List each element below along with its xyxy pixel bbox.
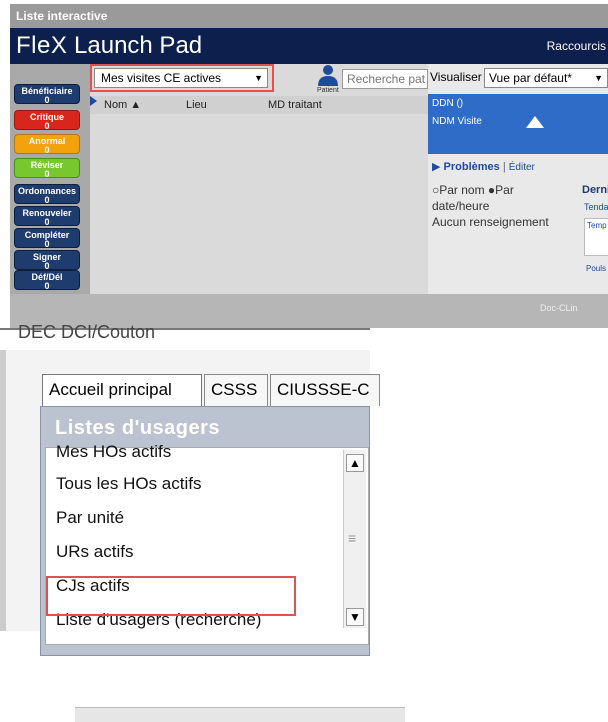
button-count: 0 [44, 281, 50, 290]
patient-banner: DDN () NDM Visite [428, 94, 608, 154]
view-select-value: Vue par défaut* [489, 71, 572, 85]
list-item-mes-hos[interactable]: Mes HOs actifs [56, 442, 171, 462]
critique-button[interactable]: Critique 0 [14, 110, 80, 130]
trends-link[interactable]: Tendanc [584, 202, 608, 212]
expand-arrow-icon[interactable] [90, 96, 97, 106]
column-header-nom[interactable]: Nom ▲ [104, 96, 141, 114]
beneficiaire-button[interactable]: Bénéficiaire 0 [14, 84, 80, 104]
button-count: 0 [44, 261, 50, 270]
cropped-header: DEC DCI/Couton [0, 322, 370, 350]
renouveler-button[interactable]: Renouveler 0 [14, 206, 80, 226]
button-count: 0 [44, 239, 50, 248]
button-count: 0 [44, 95, 50, 104]
list-scrollbar[interactable]: ▲ ≡ ▼ [343, 450, 366, 628]
app-title: FleX Launch Pad [16, 30, 202, 62]
view-select[interactable]: Vue par défaut* ▼ [484, 68, 608, 88]
list-item-par-unite[interactable]: Par unité [56, 508, 124, 528]
shortcuts-link[interactable]: Raccourcis [547, 28, 606, 64]
list-item-highlight [46, 576, 296, 616]
list-item-tous-hos[interactable]: Tous les HOs actifs [56, 474, 202, 494]
button-count: 0 [44, 121, 50, 130]
worklist-sidebar: Bénéficiaire 0 Critique 0 Anormal 0 Réviser… [10, 64, 90, 294]
visit-select-highlight [90, 64, 274, 92]
tab-csss[interactable]: CSSS [204, 374, 268, 406]
launch-pad-window: Liste interactive FleX Launch Pad Raccou… [10, 4, 608, 328]
home-panel-screenshot: DEC DCI/Couton Accueil principal CSSS CI… [0, 322, 405, 722]
patient-detail-panel: Visualiser Vue par défaut* ▼ DDN () NDM … [428, 64, 608, 294]
lists-footer [75, 707, 405, 722]
def-del-button[interactable]: Déf/Dél 0 [14, 270, 80, 290]
signer-button[interactable]: Signer 0 [14, 250, 80, 270]
pulse-label: Pouls [586, 264, 607, 273]
user-lists-box: Listes d'usagers Mes HOs actifs Tous les… [40, 406, 405, 722]
patient-label: Patient [317, 87, 339, 94]
window-title: Liste interactive [10, 4, 608, 28]
button-count: 0 [44, 195, 50, 204]
scroll-down-icon[interactable]: ▼ [346, 608, 364, 626]
ndm-text: NDM Visite [432, 116, 482, 127]
cropped-header-text: DEC DCI/Couton [18, 322, 156, 342]
tab-ciusss[interactable]: CIUSSSE-C [270, 374, 380, 406]
temperature-box: Temp [584, 218, 608, 256]
ordonnances-button[interactable]: Ordonnances 0 [14, 184, 80, 204]
button-count: 0 [44, 145, 50, 154]
problems-heading[interactable]: Problèmes [444, 161, 500, 173]
problems-row: ▶ Problèmes | Éditer [432, 160, 535, 173]
patient-icon[interactable] [316, 64, 340, 88]
home-panel: Accueil principal CSSS CIUSSSE-C Listes … [0, 350, 405, 722]
chevron-down-icon: ▼ [594, 73, 603, 83]
patient-search-input[interactable]: Recherche pat [342, 69, 428, 89]
column-header-md-traitant[interactable]: MD traitant [268, 96, 322, 114]
anormal-button[interactable]: Anormal 0 [14, 134, 80, 154]
column-header-lieu[interactable]: Lieu [186, 96, 207, 114]
reviser-button[interactable]: Réviser 0 [14, 158, 80, 178]
editer-link[interactable]: Éditer [509, 162, 535, 173]
app-title-text: Launch Pad [67, 32, 203, 59]
patient-list-area: Mes visites CE actives ▼ Patient Recherc… [90, 64, 428, 294]
app-banner: FleX Launch Pad Raccourcis [10, 28, 608, 64]
latest-vitals-heading: Dernie [582, 184, 608, 196]
tab-accueil-principal[interactable]: Accueil principal [42, 374, 202, 406]
completer-button[interactable]: Compléter 0 [14, 228, 80, 248]
caret-right-icon[interactable]: ▶ [432, 161, 440, 173]
no-info-text: Aucun renseignement [432, 215, 549, 229]
separator: | [502, 161, 506, 173]
app-title-brand: FleX [16, 32, 68, 59]
collapse-triangle-icon[interactable] [526, 116, 544, 128]
scroll-grip-icon[interactable]: ≡ [348, 530, 356, 546]
scroll-up-icon[interactable]: ▲ [346, 454, 364, 472]
list-item-urs-actifs[interactable]: URs actifs [56, 542, 133, 562]
visualiser-label: Visualiser [430, 70, 482, 84]
button-count: 0 [44, 217, 50, 226]
list-column-headers: Nom ▲ Lieu MD traitant [90, 96, 428, 114]
ddn-text: DDN () [432, 98, 464, 109]
doc-clin-button[interactable]: Doc-CLin [540, 303, 578, 313]
user-lists-title: Listes d'usagers [55, 417, 221, 439]
button-count: 0 [44, 169, 50, 178]
sort-radio-row[interactable]: ○Par nom ●Par [432, 182, 572, 198]
sort-options: ○Par nom ●Par date/heure Aucun renseigne… [432, 182, 572, 230]
sort-radio-label: date/heure [432, 199, 490, 213]
